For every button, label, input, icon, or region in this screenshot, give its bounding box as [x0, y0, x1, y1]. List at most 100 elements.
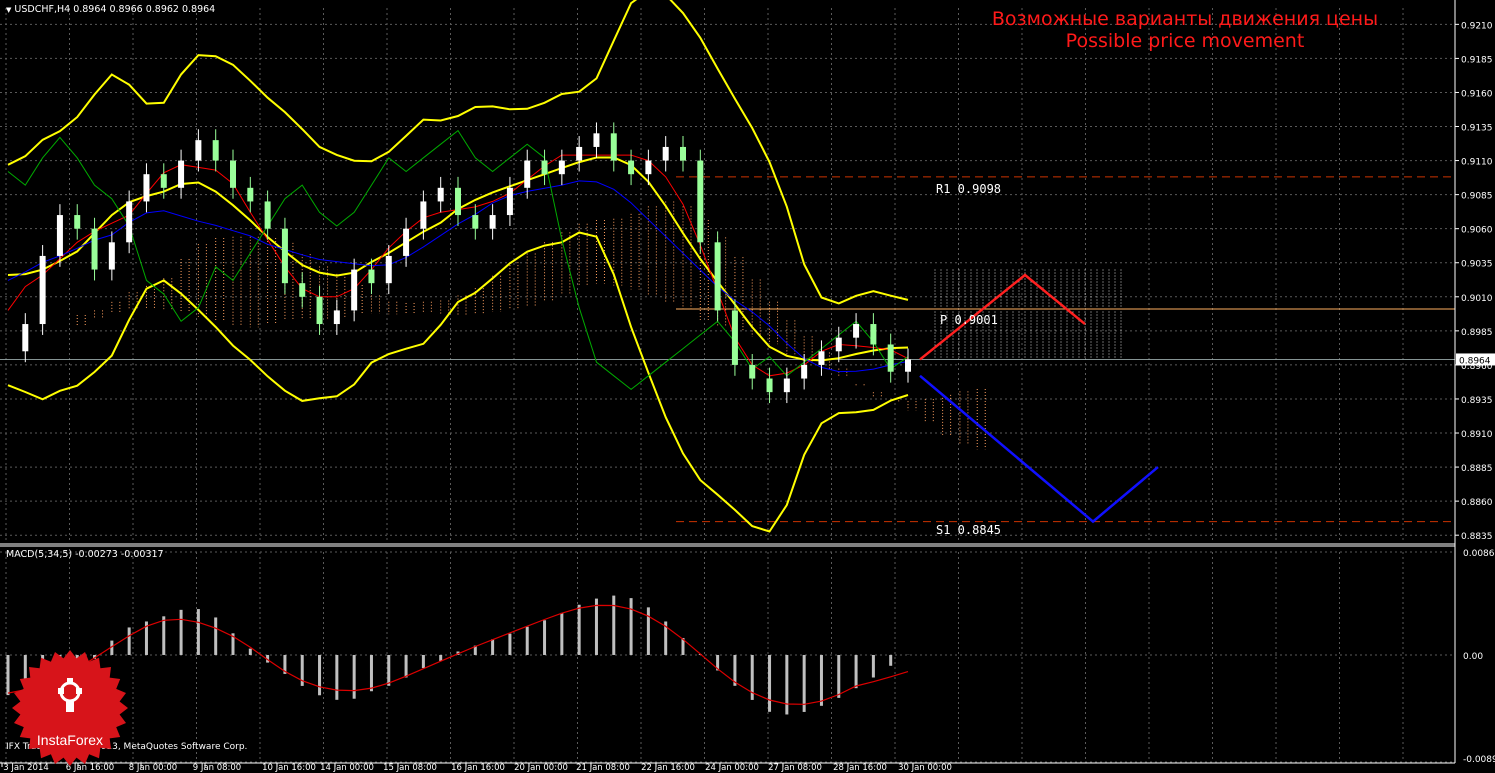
candle-body [766, 378, 773, 393]
candle-body [783, 378, 790, 393]
candle-body [299, 283, 306, 297]
candle-body [818, 351, 825, 365]
price-chart[interactable]: 0.9210 0.9185 0.9160 0.9135 0.9110 0.9085 0.90… [0, 0, 1495, 773]
candle-body [680, 146, 686, 161]
candle-body [506, 187, 513, 216]
chart-background [0, 0, 1495, 773]
s1-label: S1 0.8845 [936, 523, 1001, 537]
candle-body [230, 160, 236, 188]
candle-body [403, 228, 410, 256]
price-axis-label: 0.9010 [1461, 294, 1493, 304]
candle-body [905, 359, 911, 372]
candle-body [628, 160, 635, 175]
annotation-ru: Возможные варианты движения цены [991, 8, 1379, 30]
macd-axis-label: 0.00 [1463, 652, 1483, 662]
candle-body [835, 337, 842, 352]
candle-body [247, 187, 254, 202]
candle-body [472, 215, 479, 229]
time-axis-label: 21 Jan 08:00 [576, 763, 630, 773]
time-axis-label: 14 Jan 00:00 [320, 763, 374, 773]
time-axis-label: 24 Jan 00:00 [705, 763, 759, 773]
candle-body [576, 146, 583, 161]
candle-body [593, 133, 600, 147]
macd-axis-label: 0.00865 [1463, 549, 1495, 559]
candle-body [541, 160, 548, 175]
candle-body [662, 146, 669, 161]
candle-body [264, 201, 271, 229]
candle-body [281, 228, 288, 284]
candle-body [108, 242, 115, 270]
logo-badge-icon [12, 650, 128, 766]
time-axis-label: 30 Jan 00:00 [898, 763, 952, 773]
candle-body [91, 228, 98, 270]
candle-body [558, 160, 565, 175]
time-axis-label: 10 Jan 16:00 [262, 763, 316, 773]
candle-body [385, 255, 392, 284]
macd-header: MACD(5,34,5) -0.00273 -0.00317 [6, 549, 164, 560]
price-axis-label: 0.8860 [1461, 498, 1493, 508]
chart-header: ▼ USDCHF,H4 0.8964 0.8966 0.8962 0.8964 [6, 4, 215, 15]
time-axis-label: 28 Jan 16:00 [833, 763, 887, 773]
candle-body [368, 269, 375, 284]
price-axis-label: 0.9210 [1461, 21, 1493, 31]
instaforex-logo: InstaForex [10, 648, 130, 768]
candle-body [143, 174, 150, 202]
candle-body [333, 310, 340, 325]
price-axis-label: 0.8885 [1461, 464, 1493, 474]
candle-body [420, 201, 427, 229]
candle-body [351, 269, 358, 311]
candle-body [39, 255, 46, 325]
candle-body [801, 364, 808, 379]
candle-body [56, 215, 63, 256]
candle-body [731, 310, 738, 365]
price-axis-label: 0.8910 [1461, 430, 1493, 440]
macd-axis-label: -0.00899 [1463, 755, 1495, 765]
price-axis-label: 0.8835 [1461, 532, 1493, 542]
candle-body [160, 174, 167, 188]
candle-body [697, 160, 704, 243]
ohlc-values: 0.8964 0.8966 0.8962 0.8964 [73, 4, 216, 15]
price-axis-label: 0.9110 [1461, 158, 1493, 168]
candle-body [610, 133, 617, 161]
candle-body [853, 324, 860, 338]
current-price-label: 0.8964 [1459, 356, 1491, 366]
time-axis-label: 8 Jan 00:00 [129, 763, 177, 773]
price-axis-label: 0.9160 [1461, 89, 1493, 99]
candle-body [645, 160, 652, 175]
symbol-label: USDCHF,H4 [14, 4, 71, 15]
candle-body [749, 364, 756, 379]
menu-triangle-icon[interactable]: ▼ [6, 6, 11, 14]
pivot-label: P 0.9001 [940, 313, 998, 327]
price-axis-label: 0.8985 [1461, 328, 1493, 338]
candle-body [887, 344, 894, 372]
price-axis-label: 0.9085 [1461, 192, 1493, 202]
time-axis-label: 22 Jan 16:00 [641, 763, 695, 773]
price-axis-label: 0.9185 [1461, 55, 1493, 65]
candle-body [195, 140, 202, 161]
time-axis-label: 9 Jan 08:00 [193, 763, 241, 773]
candle-body [489, 215, 496, 229]
price-axis-label: 0.9135 [1461, 124, 1493, 134]
candle-body [870, 324, 877, 345]
candle-body [714, 242, 721, 311]
candle-body [212, 140, 219, 161]
r1-label: R1 0.9098 [936, 182, 1001, 196]
candle-body [524, 160, 531, 188]
candle-body [74, 215, 81, 229]
candle-body [178, 160, 185, 188]
candle-body [22, 324, 29, 352]
price-axis-label: 0.9035 [1461, 260, 1493, 270]
price-axis-label: 0.9060 [1461, 226, 1493, 236]
time-axis-label: 16 Jan 16:00 [451, 763, 505, 773]
candle-body [437, 187, 444, 202]
time-axis-label: 15 Jan 08:00 [383, 763, 437, 773]
time-axis-label: 20 Jan 00:00 [514, 763, 568, 773]
annotation-en: Possible price movement [1065, 30, 1305, 52]
candle-body [455, 187, 461, 216]
candle-body [316, 296, 323, 325]
time-axis-label: 27 Jan 08:00 [768, 763, 822, 773]
candle-body [126, 201, 133, 243]
logo-text: InstaForex [36, 732, 104, 748]
annotation: Возможные варианты движения цены Possibl… [980, 8, 1390, 52]
price-axis-label: 0.8935 [1461, 396, 1493, 406]
